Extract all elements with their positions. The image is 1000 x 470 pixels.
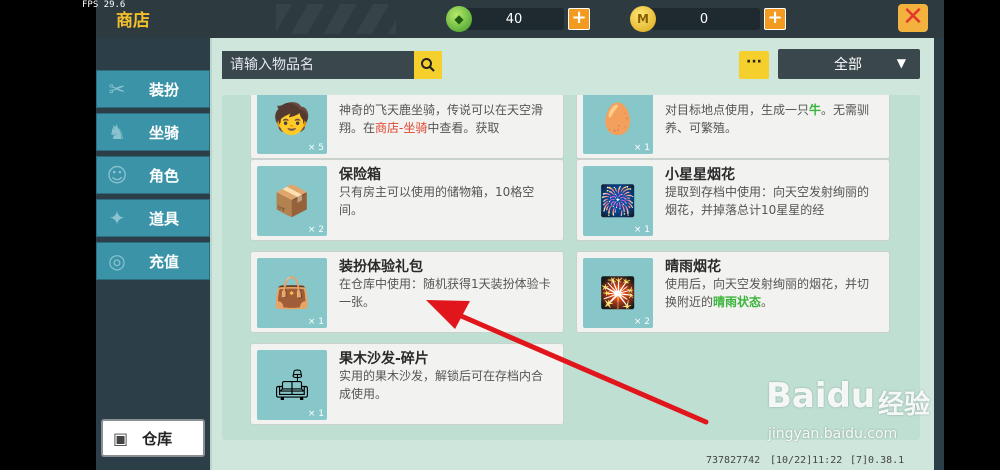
item-description: 实用的果木沙发，解锁后可在存档内合成使用。 (339, 369, 544, 401)
item-thumbnail: 🧒 × 5 (257, 95, 327, 154)
item-description: 神奇的飞天鹿坐骑，传说可以在天空滑翔。在商店-坐骑中查看。获取 (339, 103, 544, 135)
list-item[interactable]: 🛋 × 1 果木沙发-碎片 实用的果木沙发，解锁后可在存档内合成使用。 (250, 343, 564, 425)
list-item[interactable]: 🎇 × 2 晴雨烟花 使用后，向天空发射绚丽的烟花，并切换附近的晴雨状态。 (576, 251, 890, 333)
list-item[interactable]: 📦 × 2 保险箱 只有房主可以使用的储物箱，10格空间。 (250, 159, 564, 241)
sidebar-item-prop[interactable]: ✦ 道具 (96, 199, 210, 237)
item-name: 果木沙发-碎片 (339, 351, 429, 367)
category-filter-dropdown[interactable]: 全部 ▼ (778, 49, 920, 79)
prop-icon: ✦ (108, 206, 126, 230)
gift-bag-icon: 👜 (273, 275, 311, 311)
item-description: 在仓库中使用：随机获得1天装扮体验卡一张。 (339, 277, 551, 309)
character-item-icon: 🧒 (273, 101, 311, 137)
user-id: 737827742 (706, 455, 761, 466)
sidebar-item-character[interactable]: ☺ 角色 (96, 156, 210, 194)
sidebar-item-label: 道具 (149, 209, 180, 228)
sidebar-item-label: 角色 (149, 166, 180, 185)
header-decoration (276, 4, 396, 34)
add-gem-button[interactable]: + (568, 8, 590, 30)
search-icon (421, 58, 435, 72)
list-item[interactable]: 🥚 × 1 对目标地点使用，生成一只牛。无需驯养、可繁殖。 (576, 95, 890, 159)
search-bar (222, 51, 442, 79)
item-name: 保险箱 (339, 167, 381, 183)
watermark-url: jingyan.baidu.com (768, 426, 898, 442)
watermark-brand-suffix: 经验 (878, 390, 931, 420)
egg-item-icon: 🥚 (599, 101, 637, 137)
firework-icon: 🎆 (599, 183, 637, 219)
timestamp: [10/22]11:22 (770, 455, 843, 466)
baidu-watermark: Baidu 经验 jingyan.baidu.com (766, 376, 956, 456)
item-quantity: × 2 (633, 317, 650, 327)
sidebar-item-mount[interactable]: ♞ 坐骑 (96, 113, 210, 151)
category-sidebar: ✂ 装扮 ♞ 坐骑 ☺ 角色 ✦ 道具 ◎ 充值 (96, 70, 210, 285)
item-description: 提取到存档中使用：向天空发射绚丽的烟花，并掉落总计10星星的经 (665, 185, 870, 217)
item-thumbnail: 🎇 × 2 (583, 258, 653, 328)
more-button[interactable]: ··· (739, 51, 769, 79)
item-thumbnail: 🛋 × 1 (257, 350, 327, 420)
item-description: 只有房主可以使用的储物箱，10格空间。 (339, 185, 535, 217)
item-thumbnail: 👜 × 1 (257, 258, 327, 328)
outfit-icon: ✂ (108, 77, 126, 101)
page-title: 商店 (116, 11, 150, 31)
search-button[interactable] (414, 51, 442, 79)
item-quantity: × 1 (633, 143, 650, 153)
sidebar-item-label: 装扮 (149, 80, 180, 99)
item-quantity: × 1 (633, 225, 650, 235)
warehouse-button[interactable]: ▣ 仓库 (101, 419, 205, 457)
mount-icon: ♞ (108, 120, 126, 144)
character-icon: ☺ (106, 163, 128, 187)
item-thumbnail: 🥚 × 1 (583, 95, 653, 154)
list-item[interactable]: 🎆 × 1 小星星烟花 提取到存档中使用：向天空发射绚丽的烟花，并掉落总计10星… (576, 159, 890, 241)
item-name: 小星星烟花 (665, 167, 735, 183)
list-item[interactable]: 🧒 × 5 神奇的飞天鹿坐骑，传说可以在天空滑翔。在商店-坐骑中查看。获取 (250, 95, 564, 159)
safe-box-icon: 📦 (273, 183, 311, 219)
sidebar-item-label: 充值 (149, 252, 180, 271)
search-input[interactable] (222, 51, 414, 79)
gem-counter: ◆ 40 + (446, 6, 590, 32)
close-button[interactable]: ✕ (898, 4, 928, 32)
version-label: [7]0.38.1 (850, 455, 905, 466)
watermark-brand: Baidu (766, 376, 876, 416)
sidebar-item-outfit[interactable]: ✂ 装扮 (96, 70, 210, 108)
item-description: 对目标地点使用，生成一只牛。无需驯养、可繁殖。 (665, 103, 870, 135)
filter-selected: 全部 (834, 57, 862, 73)
list-item[interactable]: 👜 × 1 装扮体验礼包 在仓库中使用：随机获得1天装扮体验卡一张。 (250, 251, 564, 333)
coin-amount: 0 (648, 8, 760, 30)
item-quantity: × 5 (307, 143, 324, 153)
item-thumbnail: 🎆 × 1 (583, 166, 653, 236)
recharge-icon: ◎ (108, 249, 126, 273)
item-description: 使用后，向天空发射绚丽的烟花，并切换附近的晴雨状态。 (665, 277, 870, 309)
item-name: 晴雨烟花 (665, 259, 721, 275)
coin-icon: M (630, 6, 656, 32)
weather-firework-icon: 🎇 (599, 275, 637, 311)
add-coin-button[interactable]: + (764, 8, 786, 30)
chest-icon: ▣ (113, 428, 129, 448)
gem-icon: ◆ (446, 6, 472, 32)
coin-counter: M 0 + (630, 6, 786, 32)
sofa-fragment-icon: 🛋 (272, 367, 312, 403)
sidebar-item-recharge[interactable]: ◎ 充值 (96, 242, 210, 280)
shop-link[interactable]: 商店-坐骑 (375, 121, 427, 135)
item-quantity: × 1 (307, 317, 324, 327)
sidebar-item-label: 坐骑 (149, 123, 180, 142)
warehouse-label: 仓库 (142, 429, 173, 448)
item-thumbnail: 📦 × 2 (257, 166, 327, 236)
item-quantity: × 1 (307, 409, 324, 419)
item-name: 装扮体验礼包 (339, 259, 423, 275)
chevron-down-icon: ▼ (896, 56, 906, 70)
item-quantity: × 2 (307, 225, 324, 235)
gem-amount: 40 (464, 8, 564, 30)
